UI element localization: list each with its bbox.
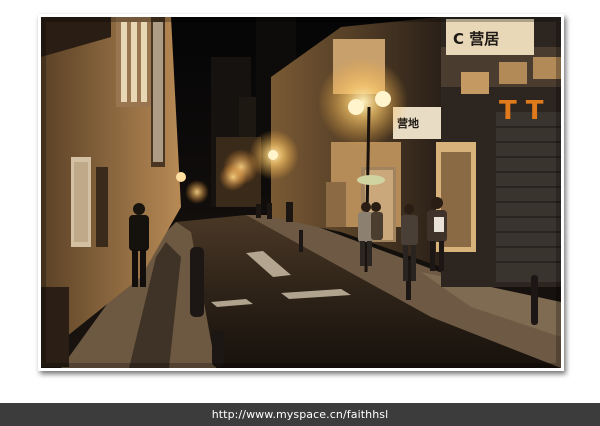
shop-sign-top-right: C 营居 (446, 19, 534, 55)
footer-url-link[interactable]: http://www.myspace.cn/faithhsl (212, 408, 389, 421)
flower-basket (357, 175, 385, 185)
street-night-photo: C 营居 营地 T T (41, 17, 561, 368)
tt-sign: T T (499, 96, 544, 126)
sign-top-right-text: C 营居 (453, 30, 499, 48)
footer-bar: http://www.myspace.cn/faithhsl (0, 403, 600, 426)
tt-sign-text: T T (499, 96, 544, 126)
